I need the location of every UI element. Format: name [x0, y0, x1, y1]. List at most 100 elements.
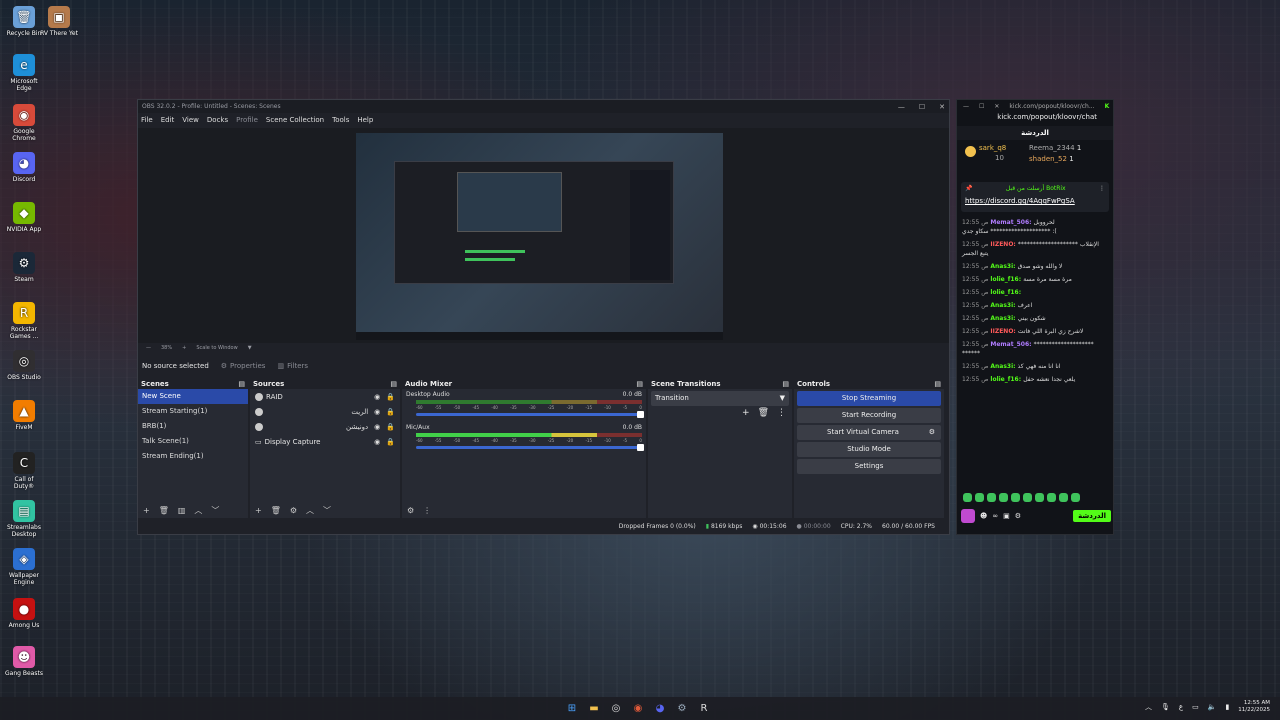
desktop-shortcut[interactable]: ◎ OBS Studio [5, 350, 43, 381]
rockstar-taskbar-icon[interactable]: R [697, 701, 711, 715]
chevron-up-icon[interactable]: ︿ [1145, 702, 1152, 712]
add-icon[interactable]: + [143, 506, 150, 515]
file-explorer-icon[interactable]: ▬ [587, 701, 601, 715]
zoom-mode[interactable]: Scale to Window [196, 345, 237, 351]
desktop-shortcut[interactable]: ▣ RV There Yet [40, 6, 78, 37]
gear-icon[interactable]: ⚙ [290, 506, 297, 515]
pinned-link[interactable]: https://discord.gg/4AqqFwPgSA [965, 197, 1105, 205]
chat-message[interactable]: 12:55 ص Memat_506: ******************** … [962, 340, 1108, 358]
menu-tools[interactable]: Tools [332, 116, 349, 124]
more-icon[interactable]: ⋮ [777, 408, 786, 418]
filters-button[interactable]: ▥ Filters [277, 362, 308, 370]
move-down-icon[interactable]: ﹀ [211, 505, 219, 516]
start-icon[interactable]: ⊞ [565, 701, 579, 715]
chat-message[interactable]: 12:55 ص Anas3i: انا انا منه فهي كذ [962, 362, 1108, 371]
close-icon[interactable]: ✕ [994, 103, 999, 110]
filter-icon[interactable]: ▥ [178, 506, 186, 515]
close-icon[interactable]: ✕ [939, 103, 945, 111]
desktop-shortcut[interactable]: ▲ FiveM [5, 400, 43, 431]
eye-icon[interactable]: ◉ [374, 438, 380, 446]
desktop-shortcut[interactable]: e Microsoft Edge [5, 54, 43, 92]
scene-item[interactable]: Talk Scene(1) [138, 434, 248, 449]
gear-icon[interactable]: ⚙ [929, 425, 935, 440]
zoom-in-icon[interactable]: + [182, 345, 186, 351]
chat-message[interactable]: 12:55 ص lolie_f16: [962, 288, 1108, 297]
emoji-icon[interactable]: ☻ [980, 512, 987, 520]
scene-item[interactable]: BRB(1) [138, 419, 248, 434]
message-user[interactable]: Anas3i: [990, 302, 1017, 309]
more-icon[interactable]: ⋮ [423, 506, 431, 515]
desktop-shortcut[interactable]: ◈ Wallpaper Engine [5, 548, 43, 586]
discord-taskbar-icon[interactable]: ◕ [653, 701, 667, 715]
obs-titlebar[interactable]: OBS 32.0.2 - Profile: Untitled - Scenes:… [138, 100, 949, 113]
chat-message[interactable]: 12:55 ص IIZENO: لاشرح زي البرة اللي فاتت [962, 327, 1108, 336]
desktop-shortcut[interactable]: C Call of Duty® [5, 452, 43, 490]
dock-menu-icon[interactable]: ▤ [390, 380, 397, 388]
message-user[interactable]: Memat_506: [990, 341, 1033, 348]
menu-edit[interactable]: Edit [161, 116, 175, 124]
link-icon[interactable]: ∞ [992, 512, 998, 520]
message-user[interactable]: lolie_f16: [990, 276, 1023, 283]
lock-icon[interactable]: 🔒 [386, 438, 395, 446]
trash-icon[interactable]: 🗑 [271, 506, 281, 515]
move-down-icon[interactable]: ﹀ [323, 505, 331, 516]
message-user[interactable]: lolie_f16: [990, 289, 1021, 296]
trash-icon[interactable]: 🗑 [159, 506, 169, 515]
dock-menu-icon[interactable]: ▤ [636, 380, 643, 388]
message-user[interactable]: Anas3i: [990, 315, 1017, 322]
source-item[interactable]: الريت ◉ 🔒 [250, 404, 400, 419]
microphone-icon[interactable]: 🎙 [1161, 703, 1170, 711]
message-user[interactable]: lolie_f16: [990, 376, 1023, 383]
desktop-shortcut[interactable]: ▤ Streamlabs Desktop [5, 500, 43, 538]
volume-slider[interactable] [416, 444, 644, 451]
scene-item[interactable]: Stream Ending(1) [138, 449, 248, 464]
emote-icon[interactable] [975, 493, 984, 502]
chat-message[interactable]: 12:55 ص IIZENO: ******************** الإ… [962, 240, 1108, 258]
network-icon[interactable]: ▭ [1192, 703, 1199, 711]
desktop-shortcut[interactable]: ● Among Us [5, 598, 43, 629]
message-user[interactable]: Anas3i: [990, 263, 1017, 270]
menu-scene-collection[interactable]: Scene Collection [266, 116, 324, 124]
add-icon[interactable]: + [255, 506, 262, 515]
maximize-icon[interactable]: ☐ [979, 103, 984, 110]
menu-docks[interactable]: Docks [207, 116, 228, 124]
chat-message[interactable]: 12:55 ص lolie_f16: يلعي نجدا نعشه حفل [962, 375, 1108, 384]
emote-icon[interactable] [987, 493, 996, 502]
gift-icon[interactable]: ▣ [1003, 512, 1010, 520]
pinned-message[interactable]: 📌 أرسلت من قبل BotRix ⋮ https://discord.… [961, 182, 1109, 212]
maximize-icon[interactable]: ☐ [919, 103, 925, 111]
chat-message[interactable]: 12:55 ص Anas3i: اعرف [962, 301, 1108, 310]
transition-select[interactable]: Transition ▼ [651, 391, 789, 406]
menu-help[interactable]: Help [357, 116, 373, 124]
dock-menu-icon[interactable]: ▤ [934, 380, 941, 388]
desktop-shortcut[interactable]: ☻ Gang Beasts [5, 646, 43, 677]
properties-button[interactable]: ⚙ Properties [221, 362, 266, 370]
source-item[interactable]: دونيشن ◉ 🔒 [250, 419, 400, 434]
minimize-icon[interactable]: — [963, 103, 969, 110]
lock-icon[interactable]: 🔒 [386, 408, 395, 416]
scene-item[interactable]: Stream Starting(1) [138, 404, 248, 419]
emote-icon[interactable] [1011, 493, 1020, 502]
message-user[interactable]: Memat_506: [990, 219, 1033, 226]
emote-icon[interactable] [963, 493, 972, 502]
emote-icon[interactable] [1059, 493, 1068, 502]
source-item[interactable]: RAID ◉ 🔒 [250, 389, 400, 404]
move-up-icon[interactable]: ︿ [194, 505, 202, 516]
emote-icon[interactable] [999, 493, 1008, 502]
chrome-taskbar-icon[interactable]: ◉ [631, 701, 645, 715]
lock-icon[interactable]: 🔒 [386, 393, 395, 401]
minimize-icon[interactable]: — [898, 103, 905, 111]
move-up-icon[interactable]: ︿ [306, 505, 314, 516]
desktop-shortcut[interactable]: ⚙ Steam [5, 252, 43, 283]
emote-icon[interactable] [1071, 493, 1080, 502]
gear-icon[interactable]: ⚙ [407, 506, 414, 515]
desktop-shortcut[interactable]: 🗑 Recycle Bin [5, 6, 43, 37]
preview-canvas[interactable] [356, 133, 723, 340]
volume-icon[interactable]: 🔈 [1208, 703, 1217, 711]
add-icon[interactable]: + [742, 408, 750, 418]
desktop-shortcut[interactable]: R Rockstar Games ... [5, 302, 43, 340]
source-item[interactable]: ▭ Display Capture ◉ 🔒 [250, 434, 400, 449]
message-user[interactable]: IIZENO: [990, 328, 1018, 335]
chat-message[interactable]: 12:55 ص Memat_506: لحرووبل *************… [962, 218, 1108, 236]
battery-icon[interactable]: ▮ [1225, 703, 1229, 711]
